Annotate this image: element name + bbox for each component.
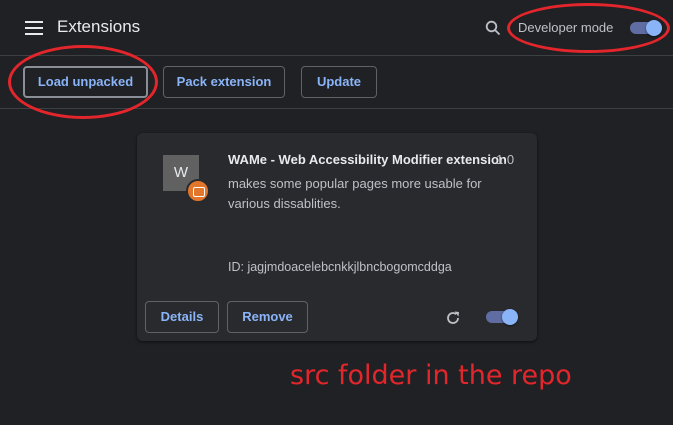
update-button[interactable]: Update xyxy=(301,66,377,98)
toolbar: Load unpacked Pack extension Update xyxy=(0,56,673,109)
pack-extension-button[interactable]: Pack extension xyxy=(163,66,285,98)
extension-id: ID: jagjmdoacelebcnkkjlbncbogomcddga xyxy=(228,260,452,274)
details-button[interactable]: Details xyxy=(145,301,219,333)
top-bar: Extensions Developer mode xyxy=(0,0,673,56)
developer-mode-toggle[interactable] xyxy=(630,20,662,36)
search-icon[interactable] xyxy=(485,20,501,36)
extension-enable-toggle[interactable] xyxy=(486,309,518,325)
developer-mode-label: Developer mode xyxy=(518,20,614,35)
extension-name: WAMe - Web Accessibility Modifier extens… xyxy=(228,152,507,167)
remove-button[interactable]: Remove xyxy=(227,301,308,333)
page-title: Extensions xyxy=(57,17,141,36)
reload-icon[interactable] xyxy=(445,310,461,326)
annotation-text: src folder in the repo xyxy=(290,360,572,391)
load-unpacked-button[interactable]: Load unpacked xyxy=(23,66,148,98)
toggle-knob xyxy=(646,20,662,36)
extension-description: makes some popular pages more usable for… xyxy=(228,176,482,211)
hamburger-menu-icon[interactable] xyxy=(25,21,43,35)
toggle-knob xyxy=(502,309,518,325)
extension-version: 1.0 xyxy=(496,152,515,167)
extension-card: W WAMe - Web Accessibility Modifier exte… xyxy=(137,133,537,341)
unpacked-badge-icon xyxy=(186,179,210,203)
